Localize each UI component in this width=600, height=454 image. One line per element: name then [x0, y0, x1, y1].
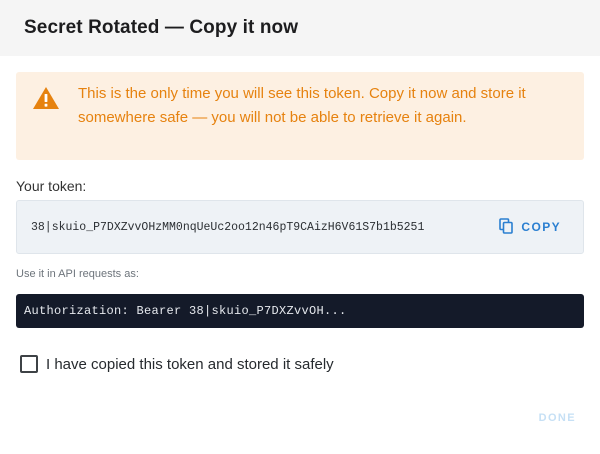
secret-rotated-dialog: Secret Rotated — Copy it now This is the…: [0, 0, 600, 454]
authorization-header-code: Authorization: Bearer 38|skuio_P7DXZvvOH…: [24, 304, 347, 318]
done-button[interactable]: DONE: [539, 412, 576, 424]
token-value: 38|skuio_P7DXZvvOHzMM0nqUeUc2oo12n46pT9C…: [31, 220, 425, 234]
checkbox-box[interactable]: [20, 355, 38, 373]
confirm-copied-label: I have copied this token and stored it s…: [46, 355, 334, 373]
copy-icon: [499, 217, 514, 237]
token-display: 38|skuio_P7DXZvvOHzMM0nqUeUc2oo12n46pT9C…: [16, 200, 584, 254]
token-label: Your token:: [16, 178, 87, 194]
dialog-title: Secret Rotated — Copy it now: [24, 17, 299, 38]
usage-label: Use it in API requests as:: [16, 268, 139, 280]
copy-button[interactable]: COPY: [499, 201, 561, 253]
copy-label: COPY: [521, 220, 561, 234]
dialog-header: Secret Rotated — Copy it now: [0, 0, 600, 56]
authorization-code-block: Authorization: Bearer 38|skuio_P7DXZvvOH…: [16, 294, 584, 328]
confirm-copied-checkbox[interactable]: I have copied this token and stored it s…: [20, 355, 334, 373]
warning-text: This is the only time you will see this …: [78, 85, 526, 126]
warning-banner: This is the only time you will see this …: [16, 72, 584, 160]
warning-triangle-icon: [32, 86, 60, 110]
